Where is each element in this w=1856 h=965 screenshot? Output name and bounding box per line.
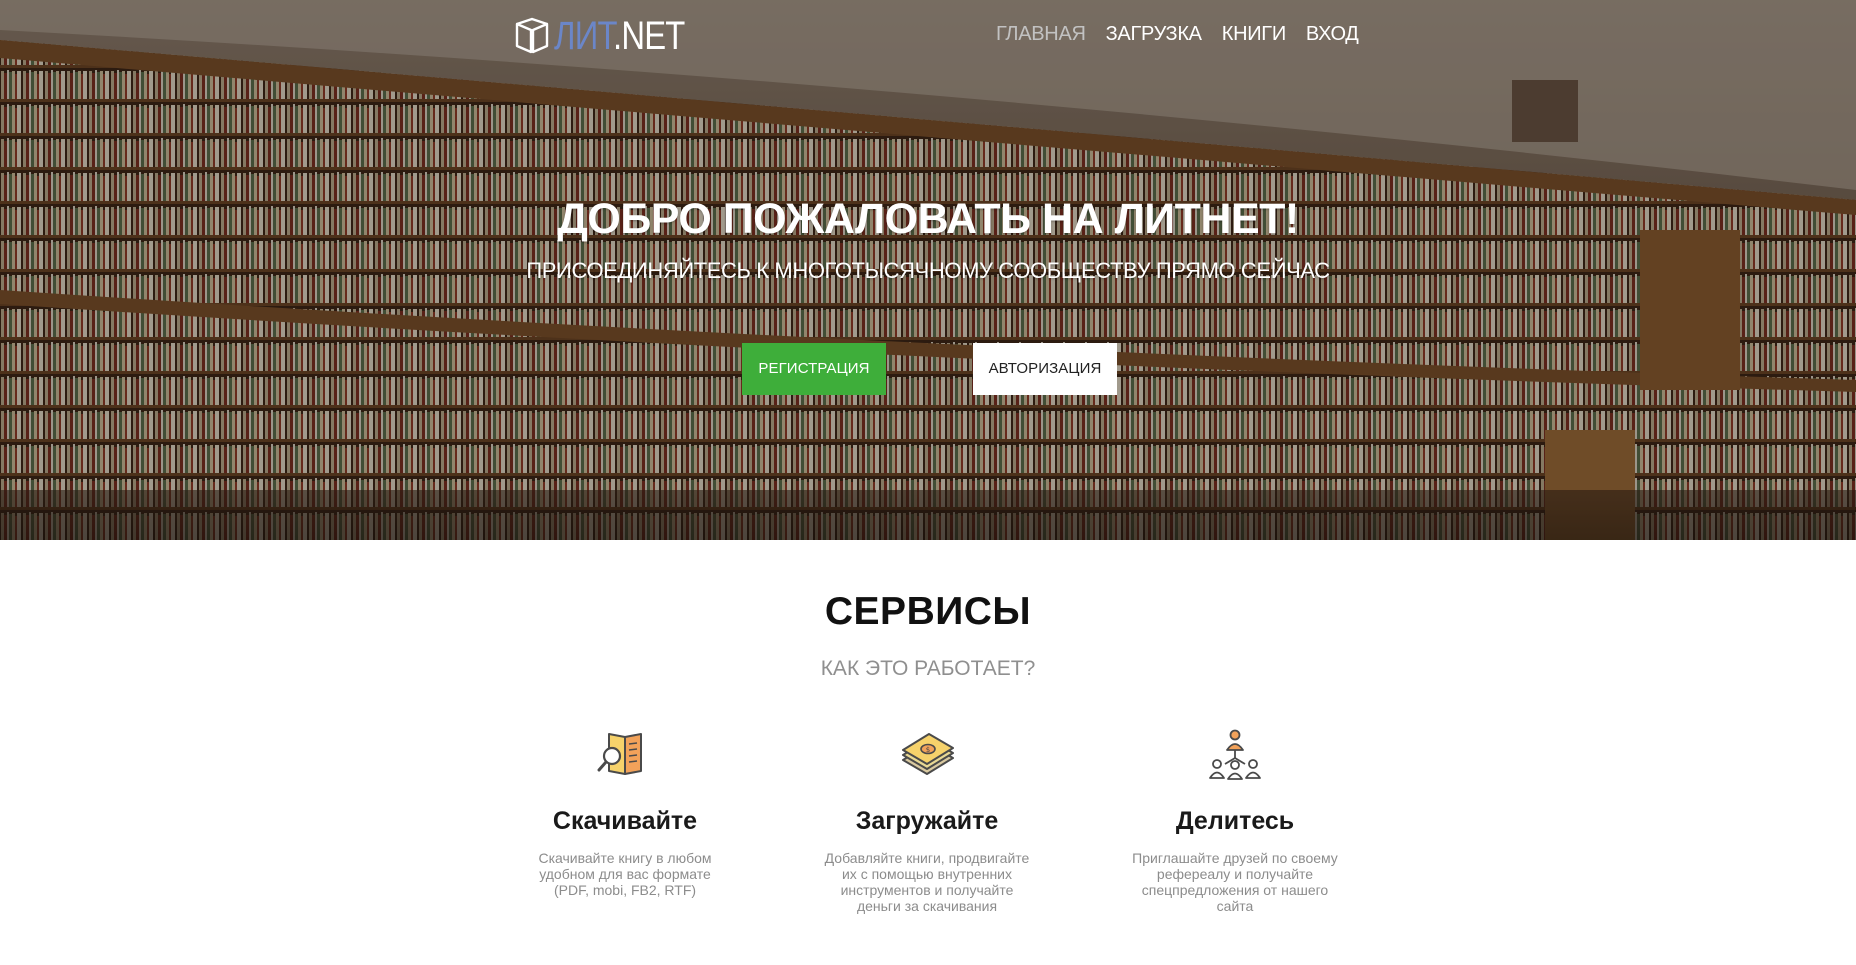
service-text-download: Скачивайте книгу в любом удобном для вас… bbox=[538, 850, 712, 898]
service-title-upload: Загружайте bbox=[855, 807, 999, 835]
nav-login[interactable]: ВХОД bbox=[1306, 20, 1359, 48]
book-search-icon bbox=[597, 733, 642, 775]
main-nav: ГЛАВНАЯ ЗАГРУЗКА КНИГИ ВХОД bbox=[996, 20, 1359, 48]
hero-section: ЛИТ.NET ГЛАВНАЯ ЗАГРУЗКА КНИГИ ВХОД ДОБР… bbox=[0, 0, 1856, 540]
open-book-icon bbox=[515, 17, 549, 54]
money-stack-icon: $ bbox=[902, 733, 954, 775]
service-card-download: Скачивайте Скачивайте книгу в любом удоб… bbox=[510, 728, 740, 898]
login-button[interactable]: АВТОРИЗАЦИЯ bbox=[973, 343, 1117, 395]
logo-net-text: .NET bbox=[613, 14, 685, 58]
hero-subtitle: ПРИСОЕДИНЯЙТЕСЬ К МНОГОТЫСЯЧНОМУ СООБЩЕС… bbox=[526, 258, 1330, 283]
svg-text:$: $ bbox=[926, 746, 930, 754]
nav-upload[interactable]: ЗАГРУЗКА bbox=[1106, 20, 1202, 48]
logo-lit-text: ЛИТ bbox=[554, 14, 614, 58]
logo-wordmark: ЛИТ.NET bbox=[554, 14, 685, 58]
service-title-download: Скачивайте bbox=[552, 807, 698, 835]
register-button[interactable]: РЕГИСТРАЦИЯ bbox=[742, 343, 886, 395]
hero-title: ДОБРО ПОЖАЛОВАТЬ НА ЛИТНЕТ! bbox=[557, 195, 1299, 243]
service-title-share: Делитесь bbox=[1175, 807, 1295, 835]
service-text-share: Приглашайте друзей по своему рефереалу и… bbox=[1132, 850, 1338, 914]
nav-home[interactable]: ГЛАВНАЯ bbox=[996, 20, 1086, 48]
referral-network-icon bbox=[1209, 729, 1261, 780]
services-title: СЕРВИСЫ bbox=[824, 590, 1032, 633]
services-subtitle: КАК ЭТО РАБОТАЕТ? bbox=[820, 657, 1036, 680]
service-card-share: Делитесь Приглашайте друзей по своему ре… bbox=[1120, 728, 1350, 914]
site-logo[interactable]: ЛИТ.NET bbox=[514, 14, 713, 58]
nav-books[interactable]: КНИГИ bbox=[1222, 20, 1286, 48]
service-card-upload: $ Загружайте Добавляйте книги, продвигай… bbox=[812, 728, 1042, 914]
service-text-upload: Добавляйте книги, продвигайте их с помощ… bbox=[824, 850, 1030, 914]
